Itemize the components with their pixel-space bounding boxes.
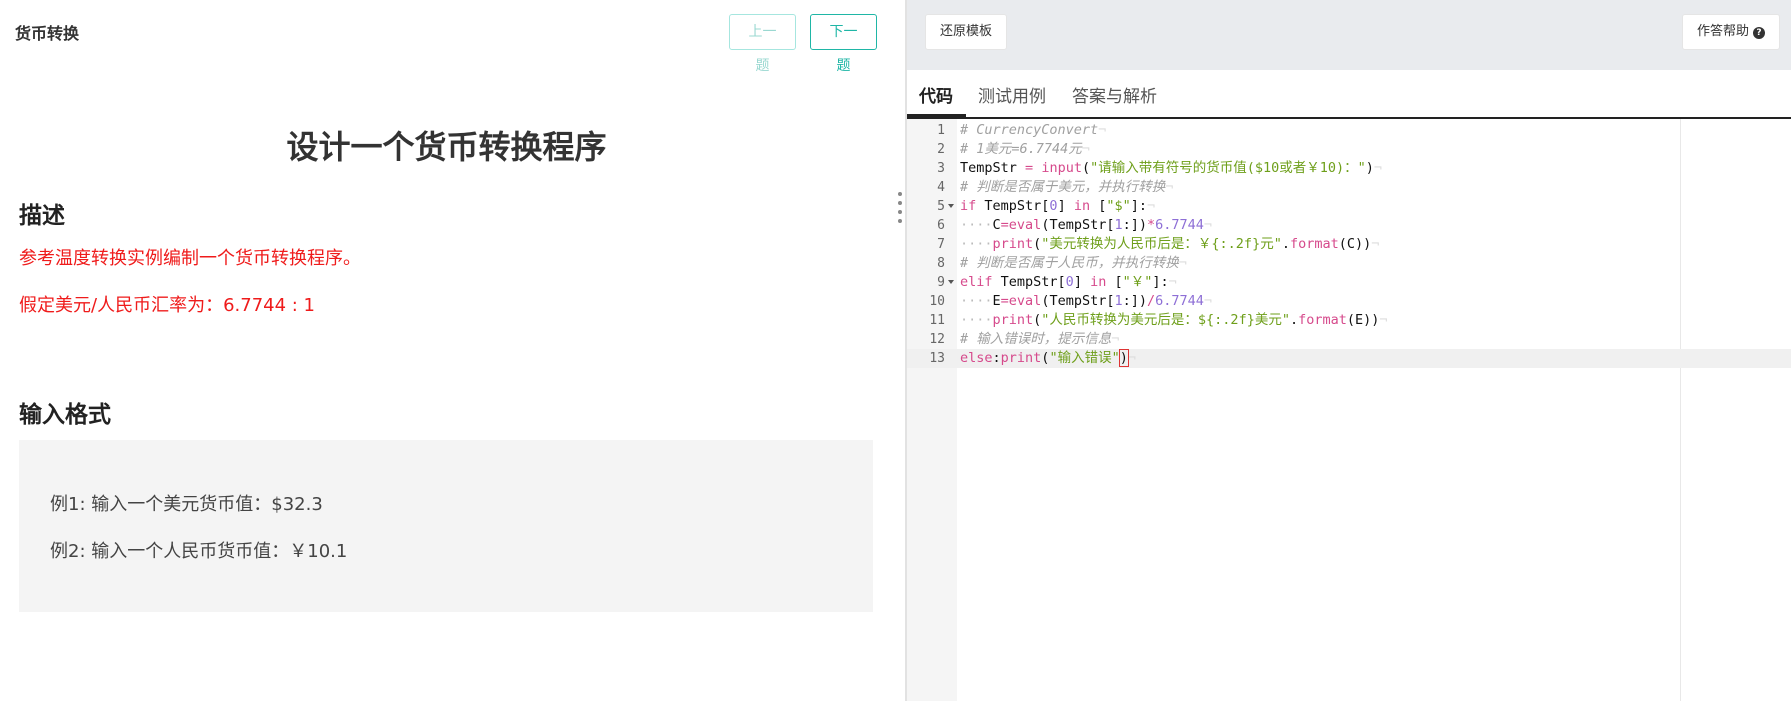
line-number: 9	[937, 275, 945, 290]
line-number: 11	[929, 313, 945, 328]
input-format-heading: 输入格式	[19, 402, 111, 428]
code-text: # 输入错误时，提示信息¬	[960, 331, 1120, 347]
code-line[interactable]: 6 ····C=eval(TempStr[1:])*6.7744¬	[907, 216, 1791, 235]
code-text: # 判断是否属于人民币，并执行转换¬	[960, 255, 1187, 271]
description-line: 假定美元/人民币汇率为：6.7744 : 1	[19, 295, 316, 316]
code-text: ····print("美元转换为人民币后是：￥{:.2f}元".format(C…	[960, 236, 1380, 252]
line-number: 1	[937, 123, 945, 138]
input-sample-line: 例1: 输入一个美元货币值：$32.3	[50, 494, 323, 515]
fold-arrow-icon[interactable]	[948, 280, 954, 284]
line-number: 7	[937, 237, 945, 252]
line-number: 8	[937, 256, 945, 271]
line-number: 3	[937, 161, 945, 176]
code-line[interactable]: 13 else:print("输入错误")¬	[907, 349, 1791, 368]
next-problem-button[interactable]: 下一题	[810, 14, 877, 74]
question-icon: ?	[1753, 27, 1766, 39]
breadcrumb[interactable]: 货币转换	[15, 20, 79, 44]
code-lines[interactable]: 1 # CurrencyConvert¬ 2 # 1美元=6.7744元¬ 3 TempS…	[907, 121, 1791, 368]
code-line[interactable]: 1 # CurrencyConvert¬	[907, 121, 1791, 140]
line-number: 5	[937, 199, 945, 214]
editor-toolbar: 还原模板 作答帮助?	[907, 0, 1791, 70]
input-sample-box: 例1: 输入一个美元货币值：$32.3 例2: 输入一个人民币货币值：￥10.1	[19, 440, 873, 612]
line-number: 10	[929, 294, 945, 309]
input-sample-line: 例2: 输入一个人民币货币值：￥10.1	[50, 541, 348, 562]
active-tab-indicator	[907, 114, 966, 118]
description-line: 参考温度转换实例编制一个货币转换程序。	[19, 248, 361, 269]
code-text: # 1美元=6.7744元¬	[960, 141, 1090, 157]
problem-panel: 货币转换 上一题 下一题 设计一个货币转换程序 描述 参考温度转换实例编制一个货…	[0, 0, 905, 701]
editor-tabs: 代码 测试用例 答案与解析	[907, 70, 1791, 119]
code-text: else:print("输入错误")¬	[960, 349, 1136, 367]
code-text: ····E=eval(TempStr[1:])/6.7744¬	[960, 293, 1213, 309]
description-heading: 描述	[19, 203, 65, 229]
fold-arrow-icon[interactable]	[948, 204, 954, 208]
code-text: # 判断是否属于美元，并执行转换¬	[960, 179, 1174, 195]
code-line[interactable]: 7 ····print("美元转换为人民币后是：￥{:.2f}元".format(…	[907, 235, 1791, 254]
code-text: ····C=eval(TempStr[1:])*6.7744¬	[960, 217, 1213, 233]
code-text: TempStr = input("请输入带有符号的货币值($10或者￥10)："…	[960, 160, 1383, 176]
resize-handle[interactable]	[897, 192, 903, 228]
answer-help-button[interactable]: 作答帮助?	[1682, 14, 1781, 50]
code-line[interactable]: 12 # 输入错误时，提示信息¬	[907, 330, 1791, 349]
code-line[interactable]: 8 # 判断是否属于人民币，并执行转换¬	[907, 254, 1791, 273]
line-number: 13	[929, 351, 945, 366]
line-number: 12	[929, 332, 945, 347]
code-line[interactable]: 9 elif TempStr[0] in ["￥"]:¬	[907, 273, 1791, 292]
code-line[interactable]: 11 ····print("人民币转换为美元后是：${:.2f}美元".forma…	[907, 311, 1791, 330]
code-editor[interactable]: 1 # CurrencyConvert¬ 2 # 1美元=6.7744元¬ 3 TempS…	[907, 119, 1791, 701]
prev-problem-button[interactable]: 上一题	[729, 14, 796, 74]
tab-answer-analysis[interactable]: 答案与解析	[1072, 82, 1157, 107]
code-line[interactable]: 2 # 1美元=6.7744元¬	[907, 140, 1791, 159]
code-text: # CurrencyConvert¬	[960, 122, 1107, 138]
problem-title: 设计一个货币转换程序	[286, 128, 607, 166]
line-number: 4	[937, 180, 945, 195]
code-line[interactable]: 5 if TempStr[0] in ["$"]:¬	[907, 197, 1791, 216]
code-line[interactable]: 10 ····E=eval(TempStr[1:])/6.7744¬	[907, 292, 1791, 311]
answer-help-label: 作答帮助	[1697, 24, 1750, 39]
code-line[interactable]: 4 # 判断是否属于美元，并执行转换¬	[907, 178, 1791, 197]
tab-test-cases[interactable]: 测试用例	[978, 82, 1046, 107]
code-line[interactable]: 3 TempStr = input("请输入带有符号的货币值($10或者￥10)：…	[907, 159, 1791, 178]
line-number: 6	[937, 218, 945, 233]
editor-panel: 还原模板 作答帮助? 代码 测试用例 答案与解析 1 # CurrencyConv…	[907, 0, 1791, 701]
restore-template-button[interactable]: 还原模板	[925, 14, 1008, 50]
line-number: 2	[937, 142, 945, 157]
code-text: elif TempStr[0] in ["￥"]:¬	[960, 274, 1177, 290]
code-text: ····print("人民币转换为美元后是：${:.2f}美元".format(…	[960, 312, 1388, 328]
tab-code[interactable]: 代码	[919, 82, 953, 107]
code-text: if TempStr[0] in ["$"]:¬	[960, 198, 1156, 214]
